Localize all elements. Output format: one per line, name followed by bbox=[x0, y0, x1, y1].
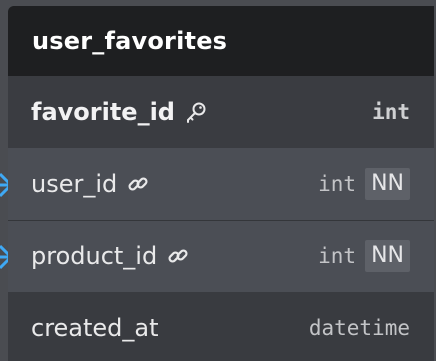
row-divider bbox=[8, 220, 434, 221]
not-null-badge: NN bbox=[365, 240, 410, 272]
table-node-user-favorites[interactable]: user_favorites favorite_id int user_id i… bbox=[8, 6, 434, 361]
table-title: user_favorites bbox=[32, 27, 228, 55]
column-type: int bbox=[372, 100, 410, 124]
column-row-user-id[interactable]: user_id int NN bbox=[8, 148, 434, 220]
column-type: int bbox=[318, 244, 357, 268]
column-row-favorite-id[interactable]: favorite_id int bbox=[8, 76, 434, 148]
key-icon bbox=[185, 101, 207, 123]
diagram-canvas[interactable]: user_favorites favorite_id int user_id i… bbox=[0, 0, 436, 361]
column-name: product_id bbox=[31, 242, 158, 270]
table-header[interactable]: user_favorites bbox=[8, 6, 434, 76]
column-type: int bbox=[318, 172, 357, 196]
not-null-badge: NN bbox=[365, 168, 410, 200]
column-name: user_id bbox=[31, 170, 118, 198]
column-name: favorite_id bbox=[31, 98, 175, 126]
column-type: datetime bbox=[308, 316, 410, 340]
column-row-product-id[interactable]: product_id int NN bbox=[8, 220, 434, 292]
column-name: created_at bbox=[31, 314, 159, 342]
link-icon bbox=[127, 173, 149, 195]
link-icon bbox=[167, 245, 189, 267]
column-row-created-at[interactable]: created_at datetime bbox=[8, 292, 434, 361]
